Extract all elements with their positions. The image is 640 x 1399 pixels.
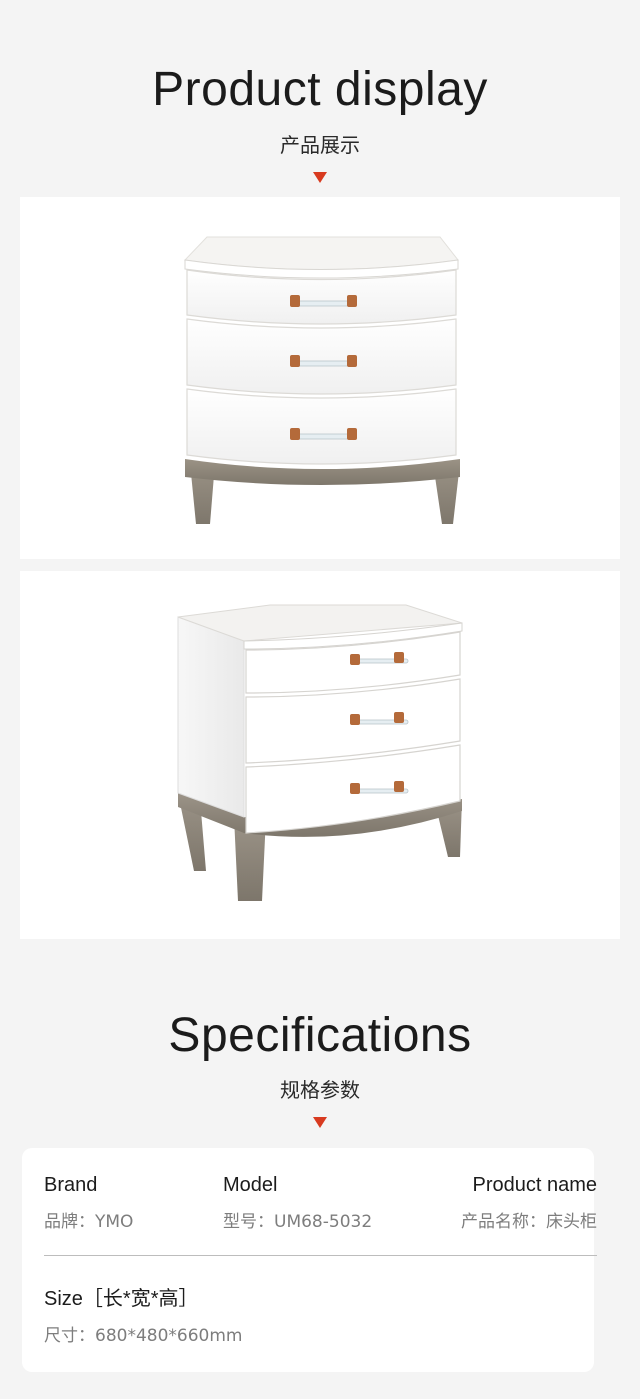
product-display-title: Product display xyxy=(152,63,488,116)
specifications-card: Brand 品牌：YMO Model 型号：UM68-5032 Product … xyxy=(22,1148,597,1372)
product-photo-front xyxy=(20,197,620,559)
specifications-subtitle: 规格参数 xyxy=(280,1078,360,1102)
nightstand-front-image xyxy=(183,236,460,524)
product-photo-angled xyxy=(20,571,620,939)
spec-size-label: Size［长*宽*高］ xyxy=(44,1288,199,1310)
down-triangle-icon xyxy=(313,172,327,183)
spec-product-name-label: Product name xyxy=(472,1174,597,1196)
spec-divider xyxy=(44,1255,597,1256)
spec-brand: Brand 品牌：YMO xyxy=(44,1174,133,1232)
spec-model-label: Model xyxy=(223,1174,278,1196)
spec-brand-label: Brand xyxy=(44,1174,98,1196)
spec-size-value: 尺寸：680*480*660mm xyxy=(44,1326,243,1346)
spec-size: Size［长*宽*高］ 尺寸：680*480*660mm xyxy=(44,1282,242,1346)
spec-model-value: 型号：UM68-5032 xyxy=(223,1212,373,1232)
down-triangle-icon xyxy=(313,1117,327,1128)
product-display-subtitle: 产品展示 xyxy=(280,133,360,157)
spec-product-name-value: 产品名称：床头柜 xyxy=(461,1212,597,1232)
nightstand-angled-image xyxy=(177,604,463,901)
spec-brand-value: 品牌：YMO xyxy=(44,1212,134,1232)
specifications-title: Specifications xyxy=(168,1009,472,1062)
spec-model: Model 型号：UM68-5032 xyxy=(223,1174,372,1232)
spec-product-name: Product name 产品名称：床头柜 xyxy=(461,1174,597,1232)
